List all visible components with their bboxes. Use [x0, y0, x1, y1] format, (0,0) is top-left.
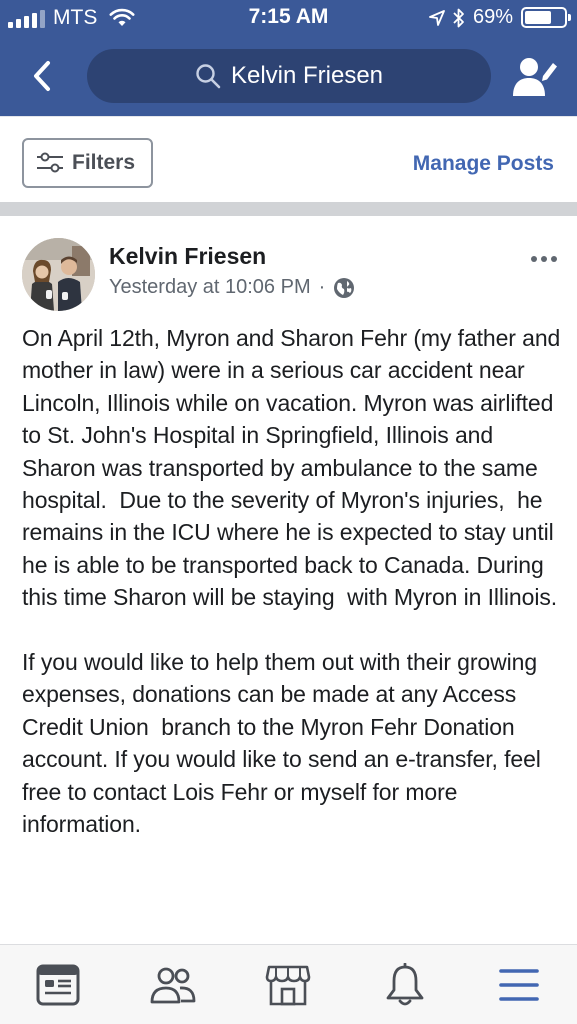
more-options-icon[interactable]: [531, 256, 557, 262]
battery-icon: [521, 7, 571, 28]
location-arrow-icon: [429, 9, 445, 26]
meta-separator: ·: [318, 276, 326, 298]
menu-icon: [499, 969, 539, 1001]
post-meta: Yesterday at 10:06 PM ·: [109, 276, 355, 299]
post-timestamp[interactable]: Yesterday at 10:06 PM: [109, 276, 311, 299]
bluetooth-icon: [453, 8, 464, 27]
tab-menu[interactable]: [494, 961, 544, 1009]
battery-level-fill: [525, 11, 551, 24]
tab-friends[interactable]: [148, 961, 198, 1009]
post-author[interactable]: Kelvin Friesen: [109, 243, 266, 270]
edit-profile-icon[interactable]: [510, 52, 558, 100]
search-bar[interactable]: Kelvin Friesen: [87, 49, 491, 103]
search-icon: [196, 64, 221, 89]
news-feed-icon: [36, 964, 80, 1006]
marketplace-icon: [265, 965, 311, 1006]
tab-notifications[interactable]: [380, 961, 430, 1009]
status-bar: MTS 7:15 AM 69%: [0, 0, 577, 38]
globe-icon: [334, 277, 355, 298]
tab-marketplace[interactable]: [263, 961, 313, 1009]
bottom-tab-bar: [0, 944, 577, 1024]
filters-row: Filters Manage Posts: [0, 116, 577, 202]
sliders-icon: [37, 152, 63, 173]
search-query: Kelvin Friesen: [230, 62, 384, 89]
friends-icon: [150, 967, 196, 1004]
manage-posts-link[interactable]: Manage Posts: [413, 152, 554, 176]
top-navigation-bar: MTS 7:15 AM 69% Kelvin Friesen: [0, 0, 577, 116]
filters-button[interactable]: Filters: [22, 138, 153, 188]
filters-label: Filters: [72, 151, 136, 174]
notifications-icon: [386, 963, 424, 1006]
post-body: On April 12th, Myron and Sharon Fehr (my…: [22, 325, 561, 838]
section-divider: [0, 202, 577, 216]
tab-news-feed[interactable]: [33, 961, 83, 1009]
avatar[interactable]: [22, 238, 95, 311]
back-arrow-icon[interactable]: [28, 58, 58, 94]
post-card: Kelvin Friesen Yesterday at 10:06 PM · O…: [0, 216, 577, 944]
battery-percent: 69%: [472, 6, 513, 28]
